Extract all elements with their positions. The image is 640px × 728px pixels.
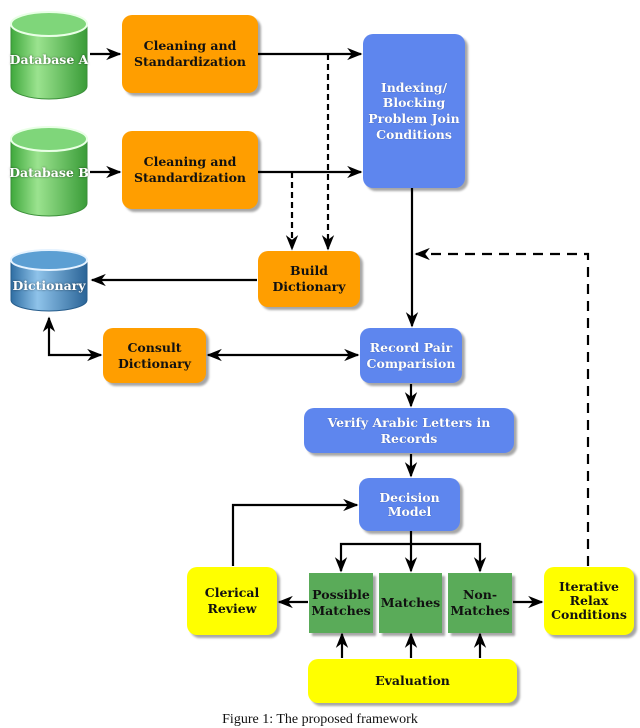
database-a-node: Database A: [8, 10, 90, 102]
edge-decision-branch: [339, 542, 482, 571]
record-pair-comparison-node: Record Pair Comparision: [360, 328, 462, 383]
matches-node: Matches: [379, 573, 442, 633]
edge-dictionary-consult: [42, 316, 103, 362]
evaluation-node: Evaluation: [308, 659, 517, 703]
verify-arabic-letters-node: Verify Arabic Letters in Records: [304, 408, 514, 453]
database-b-node: Database B: [8, 125, 90, 219]
non-matches-node: Non- Matches: [448, 573, 512, 633]
build-dictionary-node: Build Dictionary: [258, 251, 360, 307]
iterative-relax-conditions-node: Iterative Relax Conditions: [544, 567, 634, 635]
indexing-blocking-node: Indexing/ Blocking Problem Join Conditio…: [363, 34, 465, 188]
decision-model-node: Decision Model: [359, 478, 460, 531]
possible-matches-node: Possible Matches: [309, 573, 373, 633]
cleaning-standardization-b-node: Cleaning and Standardization: [122, 131, 258, 209]
dictionary-label: Dictionary: [12, 278, 86, 293]
edge-clerical-decision: [231, 498, 359, 566]
cleaning-standardization-a-node: Cleaning and Standardization: [122, 15, 258, 93]
database-b-label: Database B: [9, 165, 89, 180]
database-a-label: Database A: [9, 52, 89, 67]
dictionary-node: Dictionary: [8, 248, 90, 314]
clerical-review-node: Clerical Review: [187, 567, 277, 635]
consult-dictionary-node: Consult Dictionary: [103, 328, 206, 383]
